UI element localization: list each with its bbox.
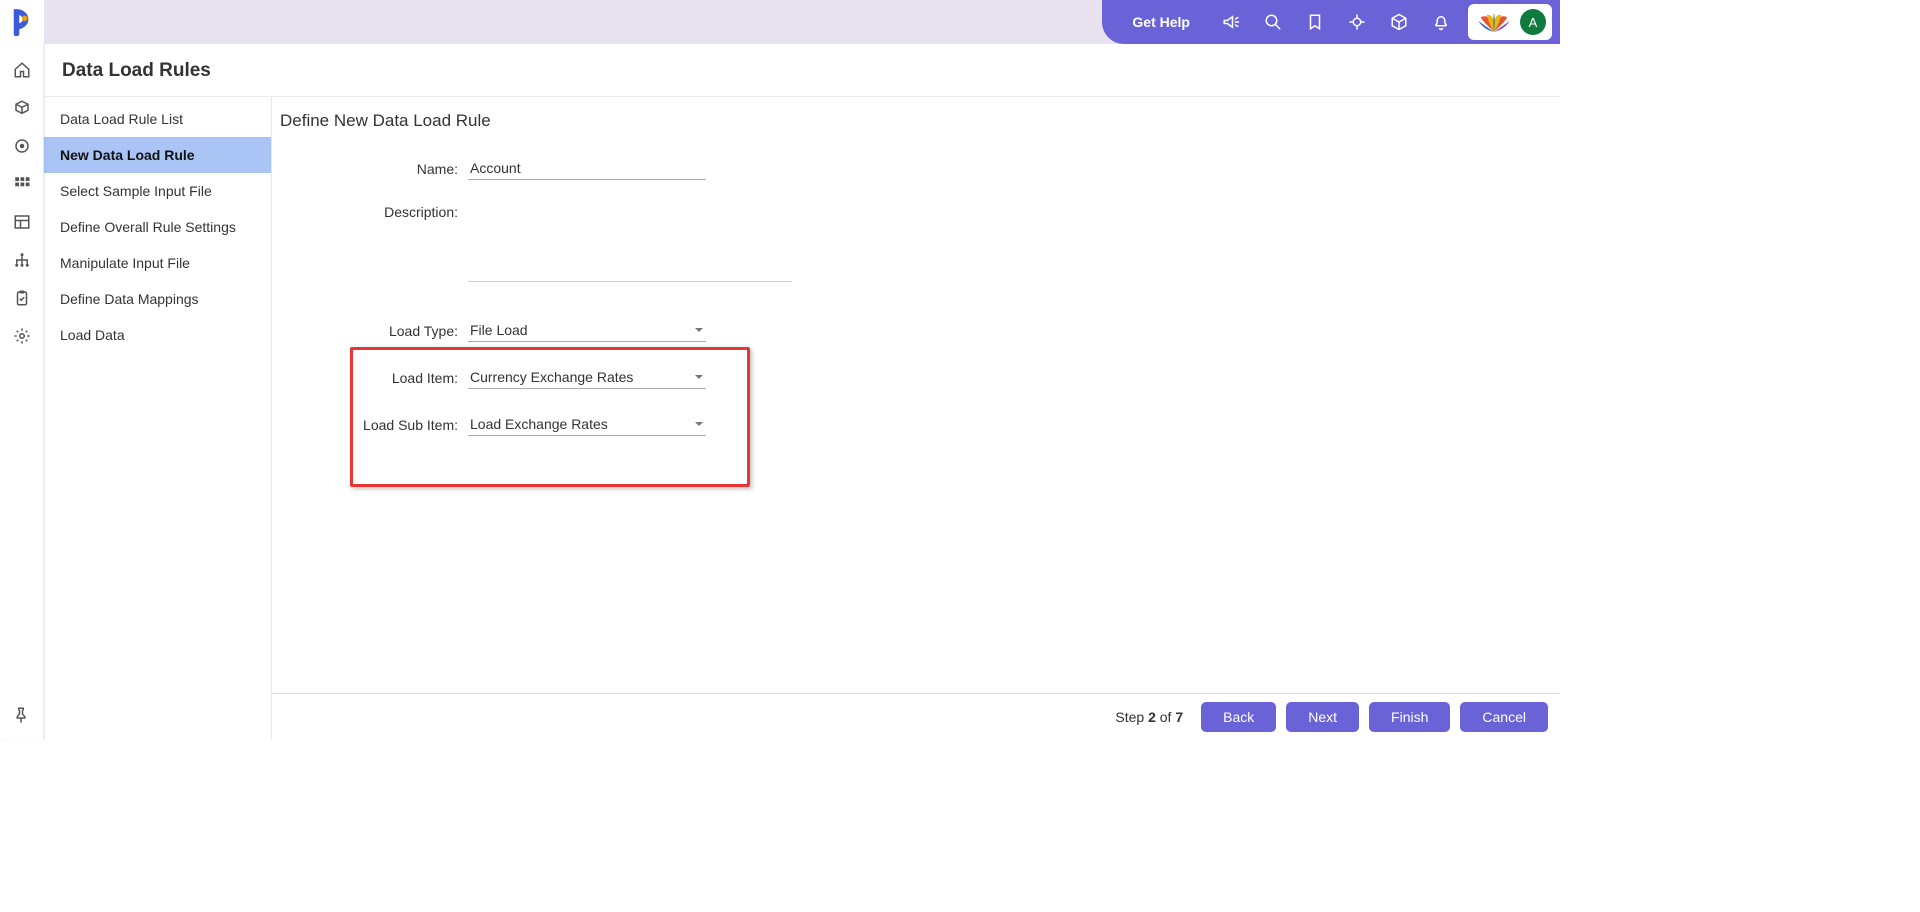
cube-icon[interactable] bbox=[12, 98, 32, 118]
top-right-toolbar: Get Help bbox=[1102, 0, 1560, 44]
step-new-data-load-rule[interactable]: New Data Load Rule bbox=[44, 137, 271, 173]
layout-icon[interactable] bbox=[12, 212, 32, 232]
clipboard-icon[interactable] bbox=[12, 288, 32, 308]
package-icon[interactable] bbox=[1378, 0, 1420, 44]
grid-icon[interactable] bbox=[12, 174, 32, 194]
home-icon[interactable] bbox=[12, 60, 32, 80]
bell-icon[interactable] bbox=[1420, 0, 1462, 44]
panel-title: Define New Data Load Rule bbox=[280, 111, 1552, 131]
gear-icon[interactable] bbox=[12, 326, 32, 346]
step-data-load-rule-list[interactable]: Data Load Rule List bbox=[44, 101, 271, 137]
left-rail bbox=[0, 44, 44, 740]
description-label: Description: bbox=[280, 204, 468, 220]
step-select-sample-input-file[interactable]: Select Sample Input File bbox=[44, 173, 271, 209]
profile-box[interactable]: A bbox=[1468, 4, 1552, 40]
finish-button[interactable]: Finish bbox=[1369, 702, 1450, 732]
step-manipulate-input-file[interactable]: Manipulate Input File bbox=[44, 245, 271, 281]
search-icon[interactable] bbox=[1252, 0, 1294, 44]
hierarchy-icon[interactable] bbox=[12, 250, 32, 270]
description-input[interactable] bbox=[468, 204, 792, 282]
name-label: Name: bbox=[280, 161, 468, 177]
callout-highlight bbox=[350, 347, 750, 487]
back-button[interactable]: Back bbox=[1201, 702, 1276, 732]
flower-icon bbox=[1476, 7, 1512, 38]
app-logo[interactable] bbox=[0, 0, 44, 44]
load-type-value: File Load bbox=[470, 322, 528, 338]
next-button[interactable]: Next bbox=[1286, 702, 1359, 732]
record-icon[interactable] bbox=[12, 136, 32, 156]
load-type-label: Load Type: bbox=[280, 323, 468, 339]
get-help-link[interactable]: Get Help bbox=[1132, 14, 1190, 30]
chevron-down-icon bbox=[694, 322, 704, 338]
name-input[interactable] bbox=[468, 157, 706, 180]
wizard-footer: Step 2 of 7 Back Next Finish Cancel bbox=[272, 693, 1560, 740]
avatar[interactable]: A bbox=[1520, 9, 1546, 35]
load-type-select[interactable]: File Load bbox=[468, 319, 706, 342]
pin-icon[interactable] bbox=[12, 706, 32, 726]
cancel-button[interactable]: Cancel bbox=[1460, 702, 1548, 732]
top-bar: Get Help bbox=[0, 0, 1560, 44]
step-indicator: Step 2 of 7 bbox=[1115, 709, 1183, 725]
page-title: Data Load Rules bbox=[44, 44, 1560, 97]
target-icon[interactable] bbox=[1336, 0, 1378, 44]
announce-icon[interactable] bbox=[1210, 0, 1252, 44]
step-load-data[interactable]: Load Data bbox=[44, 317, 271, 353]
step-nav: Data Load Rule List New Data Load Rule S… bbox=[44, 97, 272, 740]
step-define-data-mappings[interactable]: Define Data Mappings bbox=[44, 281, 271, 317]
step-define-overall-rule-settings[interactable]: Define Overall Rule Settings bbox=[44, 209, 271, 245]
bookmark-icon[interactable] bbox=[1294, 0, 1336, 44]
